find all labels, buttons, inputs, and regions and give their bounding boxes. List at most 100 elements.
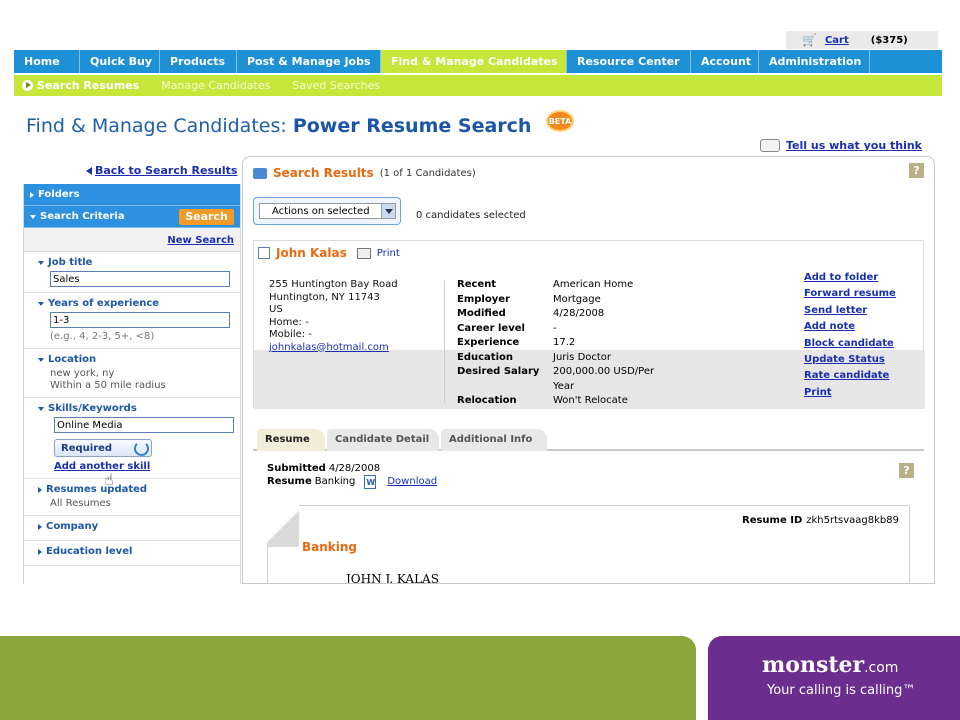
tagline: Your calling is calling™ [767, 683, 916, 698]
search-button[interactable]: Search [179, 209, 234, 225]
job-title-toggle[interactable]: Job title [38, 257, 234, 268]
candidate-name[interactable]: John Kalas [276, 246, 347, 260]
beta-badge: BETA [546, 110, 574, 132]
actions-select-value: Actions on selected [272, 206, 370, 217]
resumes-updated-label: Resumes updated [46, 484, 148, 495]
tab-candidate-detail[interactable]: Candidate Detail [327, 429, 439, 451]
candidate-action-link[interactable]: Update Status [804, 352, 896, 368]
mobile-phone: Mobile: - [269, 329, 312, 340]
detail-value: Juris Doctor [553, 351, 612, 363]
resumes-updated-value: All Resumes [50, 498, 111, 509]
results-count: (1 of 1 Candidates) [379, 167, 476, 179]
detail-value: Won't Relocate [553, 395, 628, 406]
nav-tab-resource-center[interactable]: Resource Center [567, 50, 691, 73]
page-title-prefix: Find & Manage Candidates: [26, 115, 287, 137]
education-toggle[interactable]: Education level [38, 546, 234, 557]
company-toggle[interactable]: Company [38, 521, 234, 532]
actions-select[interactable]: Actions on selected [259, 203, 396, 219]
caret-down-icon [30, 214, 36, 219]
nav-tab-account[interactable]: Account [691, 50, 759, 73]
logo-main: monster [762, 652, 865, 678]
candidate-action-link[interactable]: Forward resume [804, 286, 896, 302]
submitted-label: Submitted [267, 463, 326, 474]
submitted-date: 4/28/2008 [328, 463, 381, 474]
candidate-address: 255 Huntington Bay Road Huntington, NY 1… [269, 279, 398, 354]
location-toggle[interactable]: Location [38, 354, 234, 365]
subnav-manage-candidates[interactable]: Manage Candidates [161, 79, 270, 92]
search-criteria-header[interactable]: Search Criteria Search [24, 206, 240, 228]
criteria-skills: Skills/Keywords Required Add another ski… [24, 398, 240, 479]
detail-row: Education Juris Doctor [457, 351, 673, 366]
cart-link[interactable]: Cart [825, 35, 849, 46]
help-icon[interactable]: ? [899, 463, 914, 478]
years-toggle[interactable]: Years of experience [38, 298, 234, 309]
search-criteria-label: Search Criteria [40, 211, 125, 222]
play-icon [22, 80, 33, 91]
candidate-action-link[interactable]: Add note [804, 319, 896, 335]
detail-row: Desired Salary 200,000.00 USD/Per [457, 365, 673, 380]
candidate-print-link[interactable]: Print [377, 248, 400, 259]
caret-down-icon [38, 301, 44, 306]
candidate-email-link[interactable]: johnkalas@hotmail.com [269, 342, 398, 355]
detail-value: - [553, 322, 557, 334]
resume-row: Resume Banking Download [267, 475, 437, 489]
detail-row: Recent American Home [457, 278, 673, 293]
skills-input[interactable] [54, 417, 234, 433]
candidate-action-link[interactable]: Print [804, 385, 896, 401]
tab-resume[interactable]: Resume [257, 429, 325, 451]
nav-tab-find-manage-candidates[interactable]: Find & Manage Candidates [381, 50, 567, 73]
detail-row: Modified 4/28/2008 [457, 307, 673, 322]
subnav-search-resumes[interactable]: Search Resumes [22, 79, 139, 92]
candidate-checkbox[interactable] [258, 247, 270, 259]
resume-document: Resume ID zkh5rtsvaag8kb89 Banking JOHN J… [267, 505, 910, 583]
back-to-results-label: Back to Search Results [95, 164, 238, 177]
nav-tab-post-manage-jobs[interactable]: Post & Manage Jobs [237, 50, 381, 73]
candidate-action-link[interactable]: Rate candidate [804, 368, 896, 384]
nav-tab-administration[interactable]: Administration [759, 50, 870, 73]
actions-wrapper: Actions on selected [253, 197, 401, 225]
cart-icon: 🛒 [802, 33, 817, 47]
new-search-link[interactable]: New Search [167, 235, 234, 246]
nav-tab-products[interactable]: Products [160, 50, 237, 73]
required-toggle-button[interactable]: Required [54, 439, 152, 457]
nav-tab-quick-buy[interactable]: Quick Buy [80, 50, 160, 73]
add-skill-link[interactable]: Add another skill [54, 461, 234, 472]
detail-key: Modified [457, 308, 506, 319]
help-icon[interactable]: ? [909, 163, 924, 178]
resume-id-value: zkh5rtsvaag8kb89 [806, 515, 899, 526]
resume-id: Resume ID zkh5rtsvaag8kb89 [742, 515, 899, 526]
printer-icon[interactable] [356, 247, 371, 259]
nav-tab-home[interactable]: Home [14, 50, 80, 73]
back-to-results-link[interactable]: Back to Search Results [86, 164, 237, 177]
candidate-action-link[interactable]: Block candidate [804, 336, 896, 352]
years-input[interactable] [50, 312, 230, 328]
detail-row: Experience 17.2 [457, 336, 673, 351]
candidate-card: John Kalas Print 255 Huntington Bay Road… [253, 240, 925, 409]
address-line: US [269, 304, 283, 315]
detail-value: American Home [553, 279, 634, 290]
candidate-action-link[interactable]: Send letter [804, 303, 896, 319]
feedback-link[interactable]: Tell us what you think [786, 139, 922, 152]
job-title-input[interactable] [50, 271, 230, 287]
detail-key: Employer [457, 293, 510, 305]
subnav-search-resumes-label: Search Resumes [37, 79, 140, 92]
divider [444, 281, 445, 403]
folders-header[interactable]: Folders [24, 184, 240, 206]
tab-additional-info[interactable]: Additional Info [441, 429, 547, 451]
caret-down-icon [38, 406, 44, 411]
top-bar [0, 0, 960, 32]
submitted-row: Submitted 4/28/2008 [267, 463, 437, 475]
subnav-saved-searches[interactable]: Saved Searches [292, 79, 380, 92]
criteria-job-title: Job title [24, 252, 240, 293]
candidate-actions: Add to folder Forward resume Send letter Ad… [804, 270, 896, 401]
cart-amount[interactable]: ($375) [871, 35, 908, 46]
candidate-action-link[interactable]: Add to folder [804, 270, 896, 286]
skills-toggle[interactable]: Skills/Keywords [38, 403, 234, 414]
page: 🛒 Cart ($375) Home Quick Buy Products Po… [0, 0, 960, 720]
resume-label: Resume [267, 476, 312, 487]
download-link[interactable]: Download [387, 476, 437, 488]
detail-row: Year [457, 380, 673, 395]
caret-right-icon [38, 523, 42, 530]
resumes-updated-toggle[interactable]: Resumes updated [38, 484, 234, 495]
years-hint: (e.g., 4, 2-3, 5+, <8) [50, 331, 155, 342]
